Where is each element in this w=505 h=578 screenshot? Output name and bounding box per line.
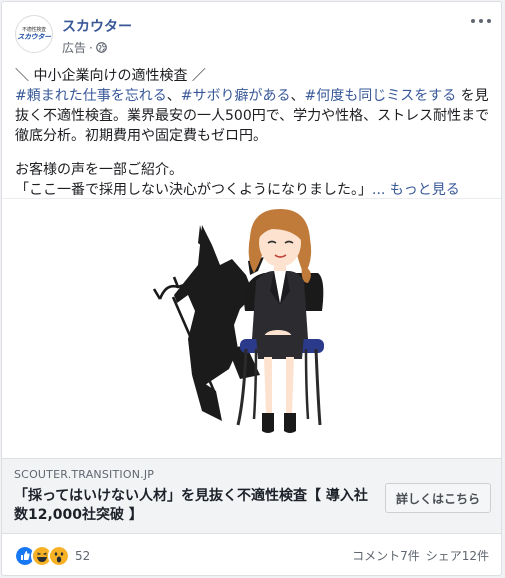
hashtag-link[interactable]: #何度も同じミスをする <box>304 88 456 104</box>
tag-separator: 、 <box>290 88 305 104</box>
quote-text: 「ここ一番で採用しない決心がつくようになりました。」 <box>15 182 372 198</box>
page-avatar[interactable]: 不適性検査 スカウター <box>15 15 53 53</box>
avatar-text-logo: スカウター <box>17 33 51 41</box>
link-domain: SCOUTER.TRANSITION.JP <box>14 468 155 481</box>
link-preview[interactable]: SCOUTER.TRANSITION.JP 「採ってはいけない人材」を見抜く不適… <box>2 458 501 534</box>
reactions-summary[interactable]: 52 <box>14 545 90 567</box>
text-line-voice-intro: お客様の声を一部ご紹介。 <box>15 162 183 178</box>
wow-icon <box>48 545 70 567</box>
reaction-count: 52 <box>75 549 91 563</box>
post-footer: 52 コメント7件 シェア12件 <box>2 534 501 575</box>
comments-count-link[interactable]: コメント7件 <box>352 547 420 564</box>
post-meta: 広告 · <box>62 39 107 56</box>
globe-icon <box>95 42 107 53</box>
page-name-link[interactable]: スカウター <box>62 16 132 36</box>
hashtag-link[interactable]: #サボり癖がある <box>181 88 291 104</box>
text-paragraph-main: #頼まれた仕事を忘れる、#サボり癖がある、#何度も同じミスをする を見抜く不適性… <box>15 86 493 146</box>
more-options-icon[interactable] <box>471 14 491 28</box>
ad-image[interactable] <box>2 198 501 459</box>
learn-more-button[interactable]: 詳しくはこちら <box>384 483 491 513</box>
ad-post-card: 不適性検査 スカウター スカウター 広告 · ＼ 中小企業向けの適性検査 ／ #… <box>1 1 502 576</box>
see-more-link[interactable]: ... もっと見る <box>372 182 460 198</box>
engagement-stats: コメント7件 シェア12件 <box>352 547 489 564</box>
text-line-quote: 「ここ一番で採用しない決心がつくようになりました。」... もっと見る <box>15 180 493 200</box>
tag-separator: 、 <box>166 88 181 104</box>
text-line-heading: ＼ 中小企業向けの適性検査 ／ <box>15 68 206 84</box>
post-text: ＼ 中小企業向けの適性検査 ／ #頼まれた仕事を忘れる、#サボり癖がある、#何度… <box>15 66 493 200</box>
sponsored-label[interactable]: 広告 <box>62 39 86 56</box>
illustration-woman-with-devil-shadow <box>152 209 324 433</box>
hashtag-link[interactable]: #頼まれた仕事を忘れる <box>15 88 167 104</box>
link-title[interactable]: 「採ってはいけない人材」を見抜く不適性検査【 導入社数12,000社突破 】 <box>14 487 369 525</box>
post-header: 不適性検査 スカウター スカウター 広告 · <box>2 2 501 62</box>
meta-separator: · <box>89 40 93 55</box>
woman-figure <box>248 209 312 433</box>
shares-count-link[interactable]: シェア12件 <box>426 547 489 564</box>
